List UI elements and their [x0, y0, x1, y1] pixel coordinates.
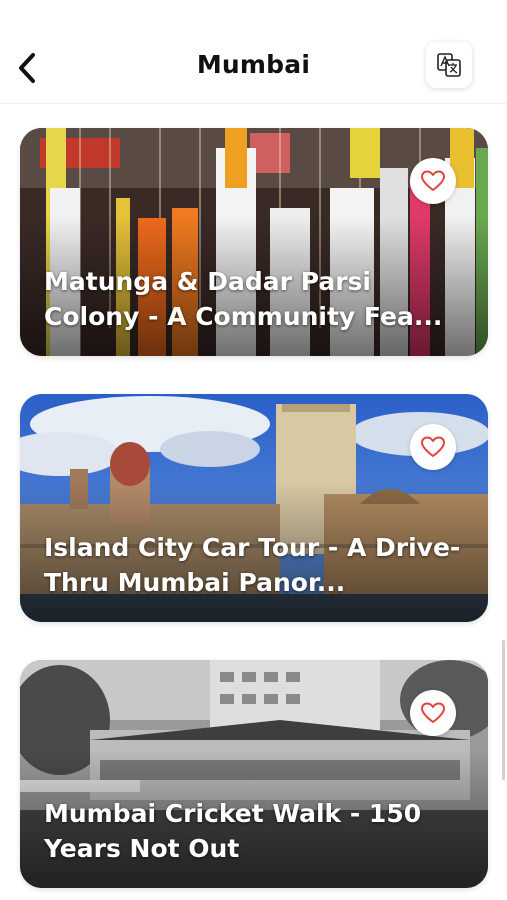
scrollbar[interactable] [502, 640, 505, 780]
translate-button[interactable] [426, 42, 472, 88]
favorite-button[interactable] [410, 158, 456, 204]
tour-card[interactable]: Mumbai Cricket Walk - 150 Years Not Out [20, 660, 488, 888]
heart-outline-icon [421, 702, 445, 723]
heart-outline-icon [421, 436, 445, 457]
tour-title: Mumbai Cricket Walk - 150 Years Not Out [44, 799, 422, 863]
tour-title: Matunga & Dadar Parsi Colony - A Communi… [44, 267, 443, 331]
heart-outline-icon [421, 170, 445, 191]
favorite-button[interactable] [410, 424, 456, 470]
top-bar: Mumbai [0, 0, 507, 104]
tour-card[interactable]: Island City Car Tour - A Drive-Thru Mumb… [20, 394, 488, 622]
favorite-button[interactable] [410, 690, 456, 736]
translate-icon [437, 53, 461, 77]
tour-card[interactable]: Matunga & Dadar Parsi Colony - A Communi… [20, 128, 488, 356]
tour-title: Island City Car Tour - A Drive-Thru Mumb… [44, 533, 461, 597]
